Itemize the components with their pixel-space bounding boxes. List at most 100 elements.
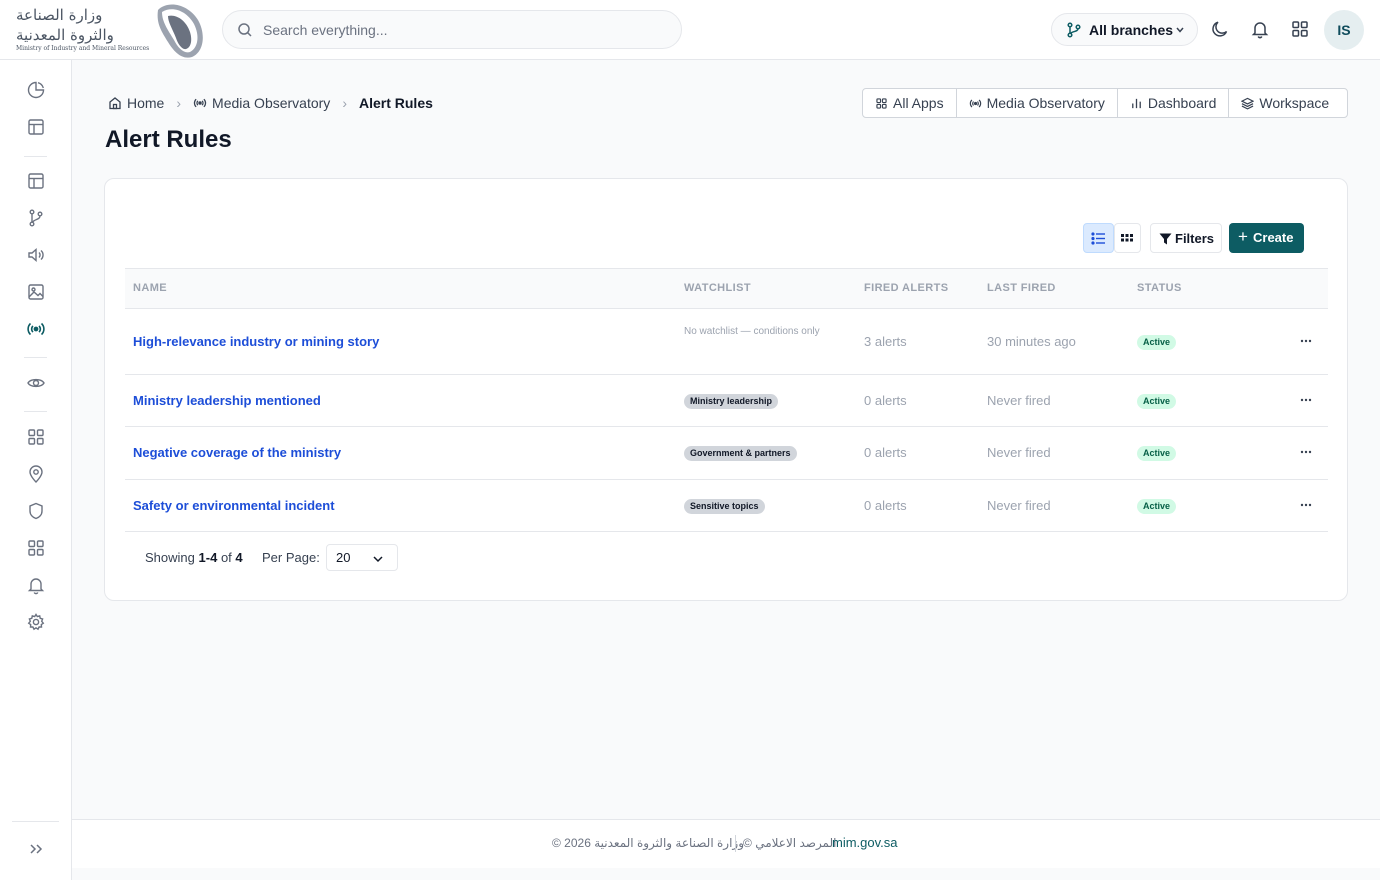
sidebar-broadcast-icon[interactable] (26, 319, 46, 339)
list-view-toggle[interactable] (1083, 223, 1114, 253)
chevron-down-icon (373, 556, 383, 563)
fired-alerts-count: 0 alerts (864, 393, 907, 408)
sidebar-map-pin-icon[interactable] (26, 464, 46, 484)
user-avatar[interactable]: IS (1324, 10, 1364, 50)
status-badge: Active (1137, 394, 1177, 409)
sidebar-layout-icon[interactable] (26, 117, 46, 137)
broadcast-icon (969, 98, 981, 108)
rule-name-link[interactable]: High-relevance industry or mining story (133, 334, 379, 349)
layers-icon (1241, 97, 1255, 110)
sidebar-speaker-icon[interactable] (26, 245, 46, 265)
app-nav-label: Media Observatory (986, 95, 1105, 111)
per-page-label: Per Page: (262, 550, 320, 565)
fired-alerts-count: 0 alerts (864, 498, 907, 513)
breadcrumb-section-label: Media Observatory (212, 95, 331, 111)
table-row[interactable]: Ministry leadership mentioned Ministry l… (125, 375, 1328, 427)
footer-copyright: © 2026 وزارة الصناعة والثروة المعدنية (552, 836, 745, 850)
watchlist-tag: Government & partners (684, 446, 797, 461)
table-header: NAME WATCHLIST FIRED ALERTS LAST FIRED S… (125, 268, 1328, 309)
watchlist-text: No watchlist — conditions only (684, 326, 820, 337)
last-fired-time: Never fired (987, 393, 1051, 408)
sidebar-git-branch-icon[interactable] (26, 208, 46, 228)
chevron-down-icon (1176, 27, 1184, 33)
sidebar-settings-gear-icon[interactable] (26, 612, 46, 632)
bell-icon[interactable] (1250, 19, 1270, 39)
sidebar-layout-icon-2[interactable] (26, 171, 46, 191)
column-header-name[interactable]: NAME (133, 282, 167, 294)
search-input[interactable] (263, 19, 663, 41)
app-nav-label: All Apps (893, 95, 944, 111)
table-row[interactable]: High-relevance industry or mining story … (125, 309, 1328, 375)
sidebar-grid-icon-2[interactable] (26, 538, 46, 558)
sidebar-expand-chevrons-icon[interactable] (26, 839, 46, 859)
footer-divider (735, 835, 736, 852)
branch-selector[interactable]: All branches (1051, 13, 1198, 46)
column-header-last-fired[interactable]: LAST FIRED (987, 282, 1056, 294)
table-row[interactable]: Safety or environmental incident Sensiti… (125, 480, 1328, 532)
column-header-status[interactable]: STATUS (1137, 282, 1182, 294)
more-options-icon[interactable] (1299, 445, 1313, 459)
status-badge: Active (1137, 499, 1177, 514)
top-bar: وزارة الصناعة والثروة المعدنية Ministry … (0, 0, 1380, 60)
rule-name-link[interactable]: Negative coverage of the ministry (133, 445, 341, 460)
range-to: 4 (210, 550, 218, 565)
rule-name-link[interactable]: Ministry leadership mentioned (133, 393, 321, 408)
more-options-icon[interactable] (1299, 498, 1313, 512)
per-page-value: 20 (336, 550, 351, 565)
moon-icon[interactable] (1210, 19, 1230, 39)
dots-grid-icon (1121, 234, 1133, 242)
breadcrumb-media-observatory[interactable]: Media Observatory (193, 95, 330, 111)
last-fired-time: Never fired (987, 445, 1051, 460)
breadcrumb-home[interactable]: Home (108, 95, 164, 111)
fired-alerts-count: 0 alerts (864, 445, 907, 460)
app-nav-dashboard[interactable]: Dashboard (1118, 89, 1230, 117)
filters-button-label: Filters (1175, 231, 1215, 246)
grid-view-toggle[interactable] (1114, 223, 1141, 253)
footer-link[interactable]: mim.gov.sa (832, 835, 898, 850)
more-options-icon[interactable] (1299, 393, 1313, 407)
sidebar-divider (24, 156, 47, 157)
plus-icon: + (1238, 227, 1248, 246)
sidebar-image-icon[interactable] (26, 282, 46, 302)
pagination-summary: Showing 1-4 of 4 (145, 550, 243, 565)
apps-grid-icon[interactable] (1290, 19, 1310, 39)
column-header-fired-alerts[interactable]: FIRED ALERTS (864, 282, 948, 294)
fired-alerts-count: 3 alerts (864, 334, 907, 349)
breadcrumb-separator: › (342, 95, 347, 111)
last-fired-time: 30 minutes ago (987, 334, 1076, 349)
range-from: 1 (198, 550, 206, 565)
search-icon (238, 23, 252, 37)
logo-mark-icon (157, 4, 203, 58)
alert-rules-card: Filters + Create NAME WATCHLIST FIRED AL… (104, 178, 1348, 601)
sidebar-grid-icon[interactable] (26, 427, 46, 447)
column-header-watchlist[interactable]: WATCHLIST (684, 282, 751, 294)
filters-button[interactable]: Filters (1150, 223, 1222, 253)
search-box[interactable] (222, 10, 682, 49)
sidebar-pie-chart-icon[interactable] (26, 80, 46, 100)
branch-selector-label: All branches (1089, 22, 1174, 38)
create-button[interactable]: + Create (1229, 223, 1304, 253)
rule-name-link[interactable]: Safety or environmental incident (133, 498, 335, 513)
sidebar (0, 60, 72, 880)
sidebar-divider (24, 357, 47, 358)
logo-arabic-line1: وزارة الصناعة (16, 6, 103, 24)
ministry-logo[interactable]: وزارة الصناعة والثروة المعدنية Ministry … (12, 2, 212, 58)
breadcrumb-home-label: Home (127, 95, 165, 111)
app-nav-all-apps[interactable]: All Apps (863, 89, 957, 117)
table-row[interactable]: Negative coverage of the ministry Govern… (125, 427, 1328, 480)
app-nav-media-observatory[interactable]: Media Observatory (957, 89, 1118, 117)
sidebar-shield-icon[interactable] (26, 501, 46, 521)
sidebar-bell-icon[interactable] (26, 575, 46, 595)
breadcrumb-current: Alert Rules (358, 95, 433, 111)
logo-arabic-line2: والثروة المعدنية (16, 26, 114, 44)
filter-funnel-icon (1159, 233, 1172, 245)
watchlist-tag: Sensitive topics (684, 499, 765, 514)
bar-chart-icon (1132, 98, 1141, 108)
app-nav: All Apps Media Observatory Dashboard Wor… (862, 88, 1348, 118)
sidebar-eye-icon[interactable] (26, 373, 46, 393)
sidebar-divider-bottom (12, 821, 59, 822)
app-nav-workspace[interactable]: Workspace (1229, 89, 1341, 117)
more-options-icon[interactable] (1299, 334, 1313, 348)
per-page-select[interactable]: 20 (326, 544, 398, 571)
git-branch-icon (1067, 22, 1081, 38)
